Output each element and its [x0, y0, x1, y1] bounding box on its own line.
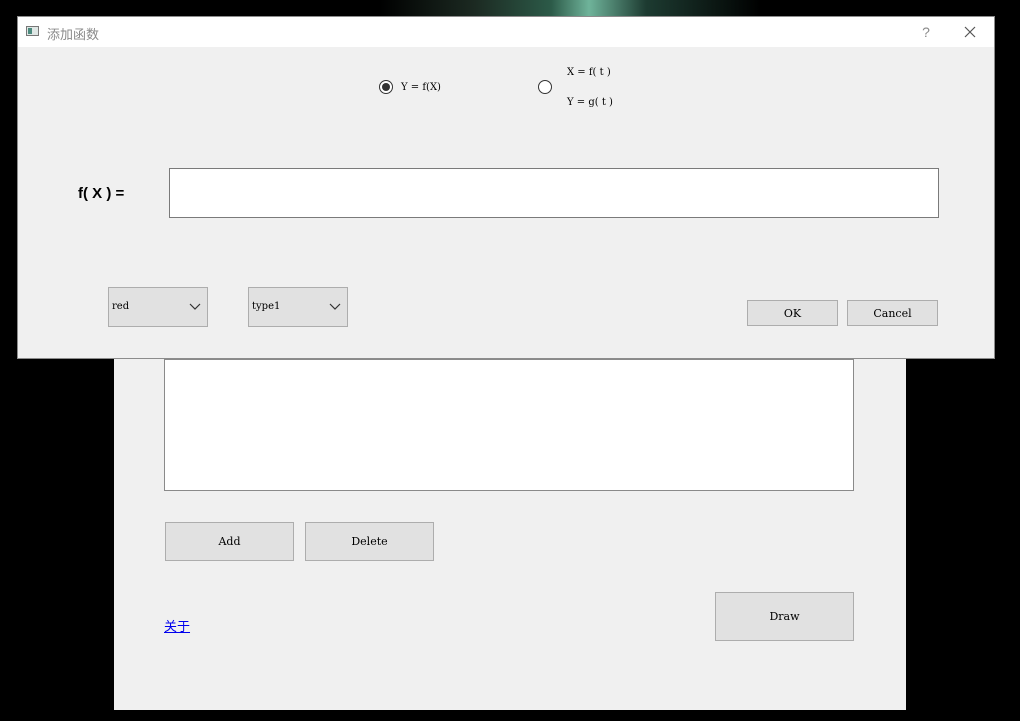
help-button[interactable]: ?: [915, 22, 937, 42]
function-label: f( X ) =: [78, 185, 125, 202]
parametric-mode-radio[interactable]: [538, 80, 552, 94]
dialog-titlebar: 添加函数 ?: [18, 17, 994, 47]
window-icon: [26, 26, 39, 36]
color-select[interactable]: red: [108, 287, 208, 327]
dialog-title: 添加函数: [47, 27, 100, 42]
chevron-down-icon: [329, 303, 341, 310]
draw-button[interactable]: Draw: [715, 592, 854, 641]
function-list[interactable]: [164, 359, 854, 491]
close-icon: [964, 26, 976, 38]
ok-button[interactable]: OK: [747, 300, 838, 326]
add-button[interactable]: Add: [165, 522, 294, 561]
color-select-value: red: [112, 301, 130, 312]
explicit-mode-radio[interactable]: [379, 80, 393, 94]
chevron-down-icon: [189, 303, 201, 310]
cancel-button[interactable]: Cancel: [847, 300, 938, 326]
parametric-x-label[interactable]: X = f( t ): [567, 67, 611, 78]
function-input[interactable]: [169, 168, 939, 218]
parametric-y-label[interactable]: Y = g( t ): [567, 97, 613, 108]
type-select[interactable]: type1: [248, 287, 348, 327]
type-select-value: type1: [252, 301, 281, 312]
add-function-dialog: 添加函数 ? Y = f(X) X = f( t ) Y = g( t ) f(…: [17, 16, 995, 359]
about-link[interactable]: 关于: [164, 616, 190, 635]
delete-button[interactable]: Delete: [305, 522, 434, 561]
main-window: Add Delete Draw 关于: [114, 330, 906, 710]
close-button[interactable]: [958, 22, 982, 42]
explicit-mode-label[interactable]: Y = f(X): [401, 82, 441, 93]
